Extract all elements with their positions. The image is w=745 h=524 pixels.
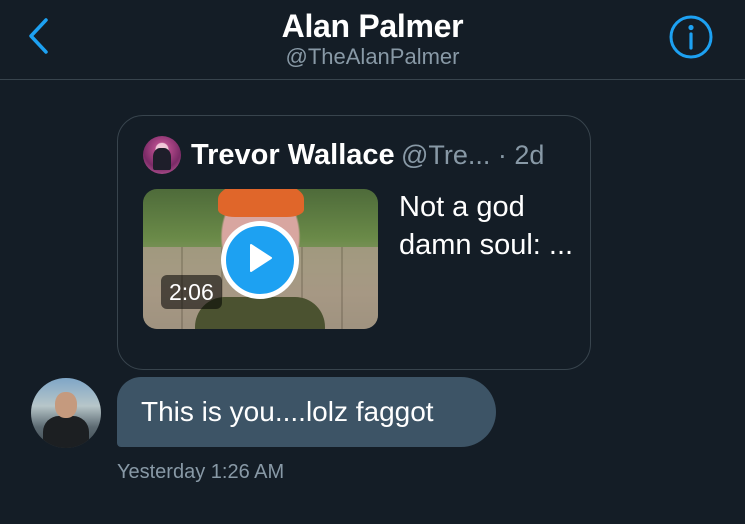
- video-duration: 2:06: [161, 275, 222, 309]
- quoted-tweet-text: Not a god damn soul: ...: [399, 191, 574, 261]
- conversation-header: Alan Palmer @TheAlanPalmer: [0, 0, 745, 80]
- quoted-tweet-card[interactable]: Trevor Wallace @Tre... · 2d 2:06 Not a g…: [117, 115, 591, 370]
- info-button[interactable]: [668, 14, 714, 65]
- play-icon: [245, 242, 275, 279]
- video-thumbnail[interactable]: 2:06: [143, 189, 378, 329]
- quoted-author-meta: @Tre... · 2d: [401, 140, 545, 170]
- conversation-title-block: Alan Palmer @TheAlanPalmer: [0, 6, 745, 70]
- conversation-title: Alan Palmer: [281, 8, 464, 44]
- conversation-handle: @TheAlanPalmer: [285, 44, 460, 69]
- info-icon: [668, 14, 714, 65]
- play-button[interactable]: [221, 221, 299, 299]
- quoted-author-avatar[interactable]: [143, 136, 181, 174]
- message-bubble[interactable]: This is you....lolz faggot: [117, 377, 496, 447]
- quoted-author-name: Trevor Wallace: [191, 139, 395, 171]
- message-timestamp: Yesterday 1:26 AM: [117, 461, 285, 483]
- sender-avatar[interactable]: [31, 378, 101, 448]
